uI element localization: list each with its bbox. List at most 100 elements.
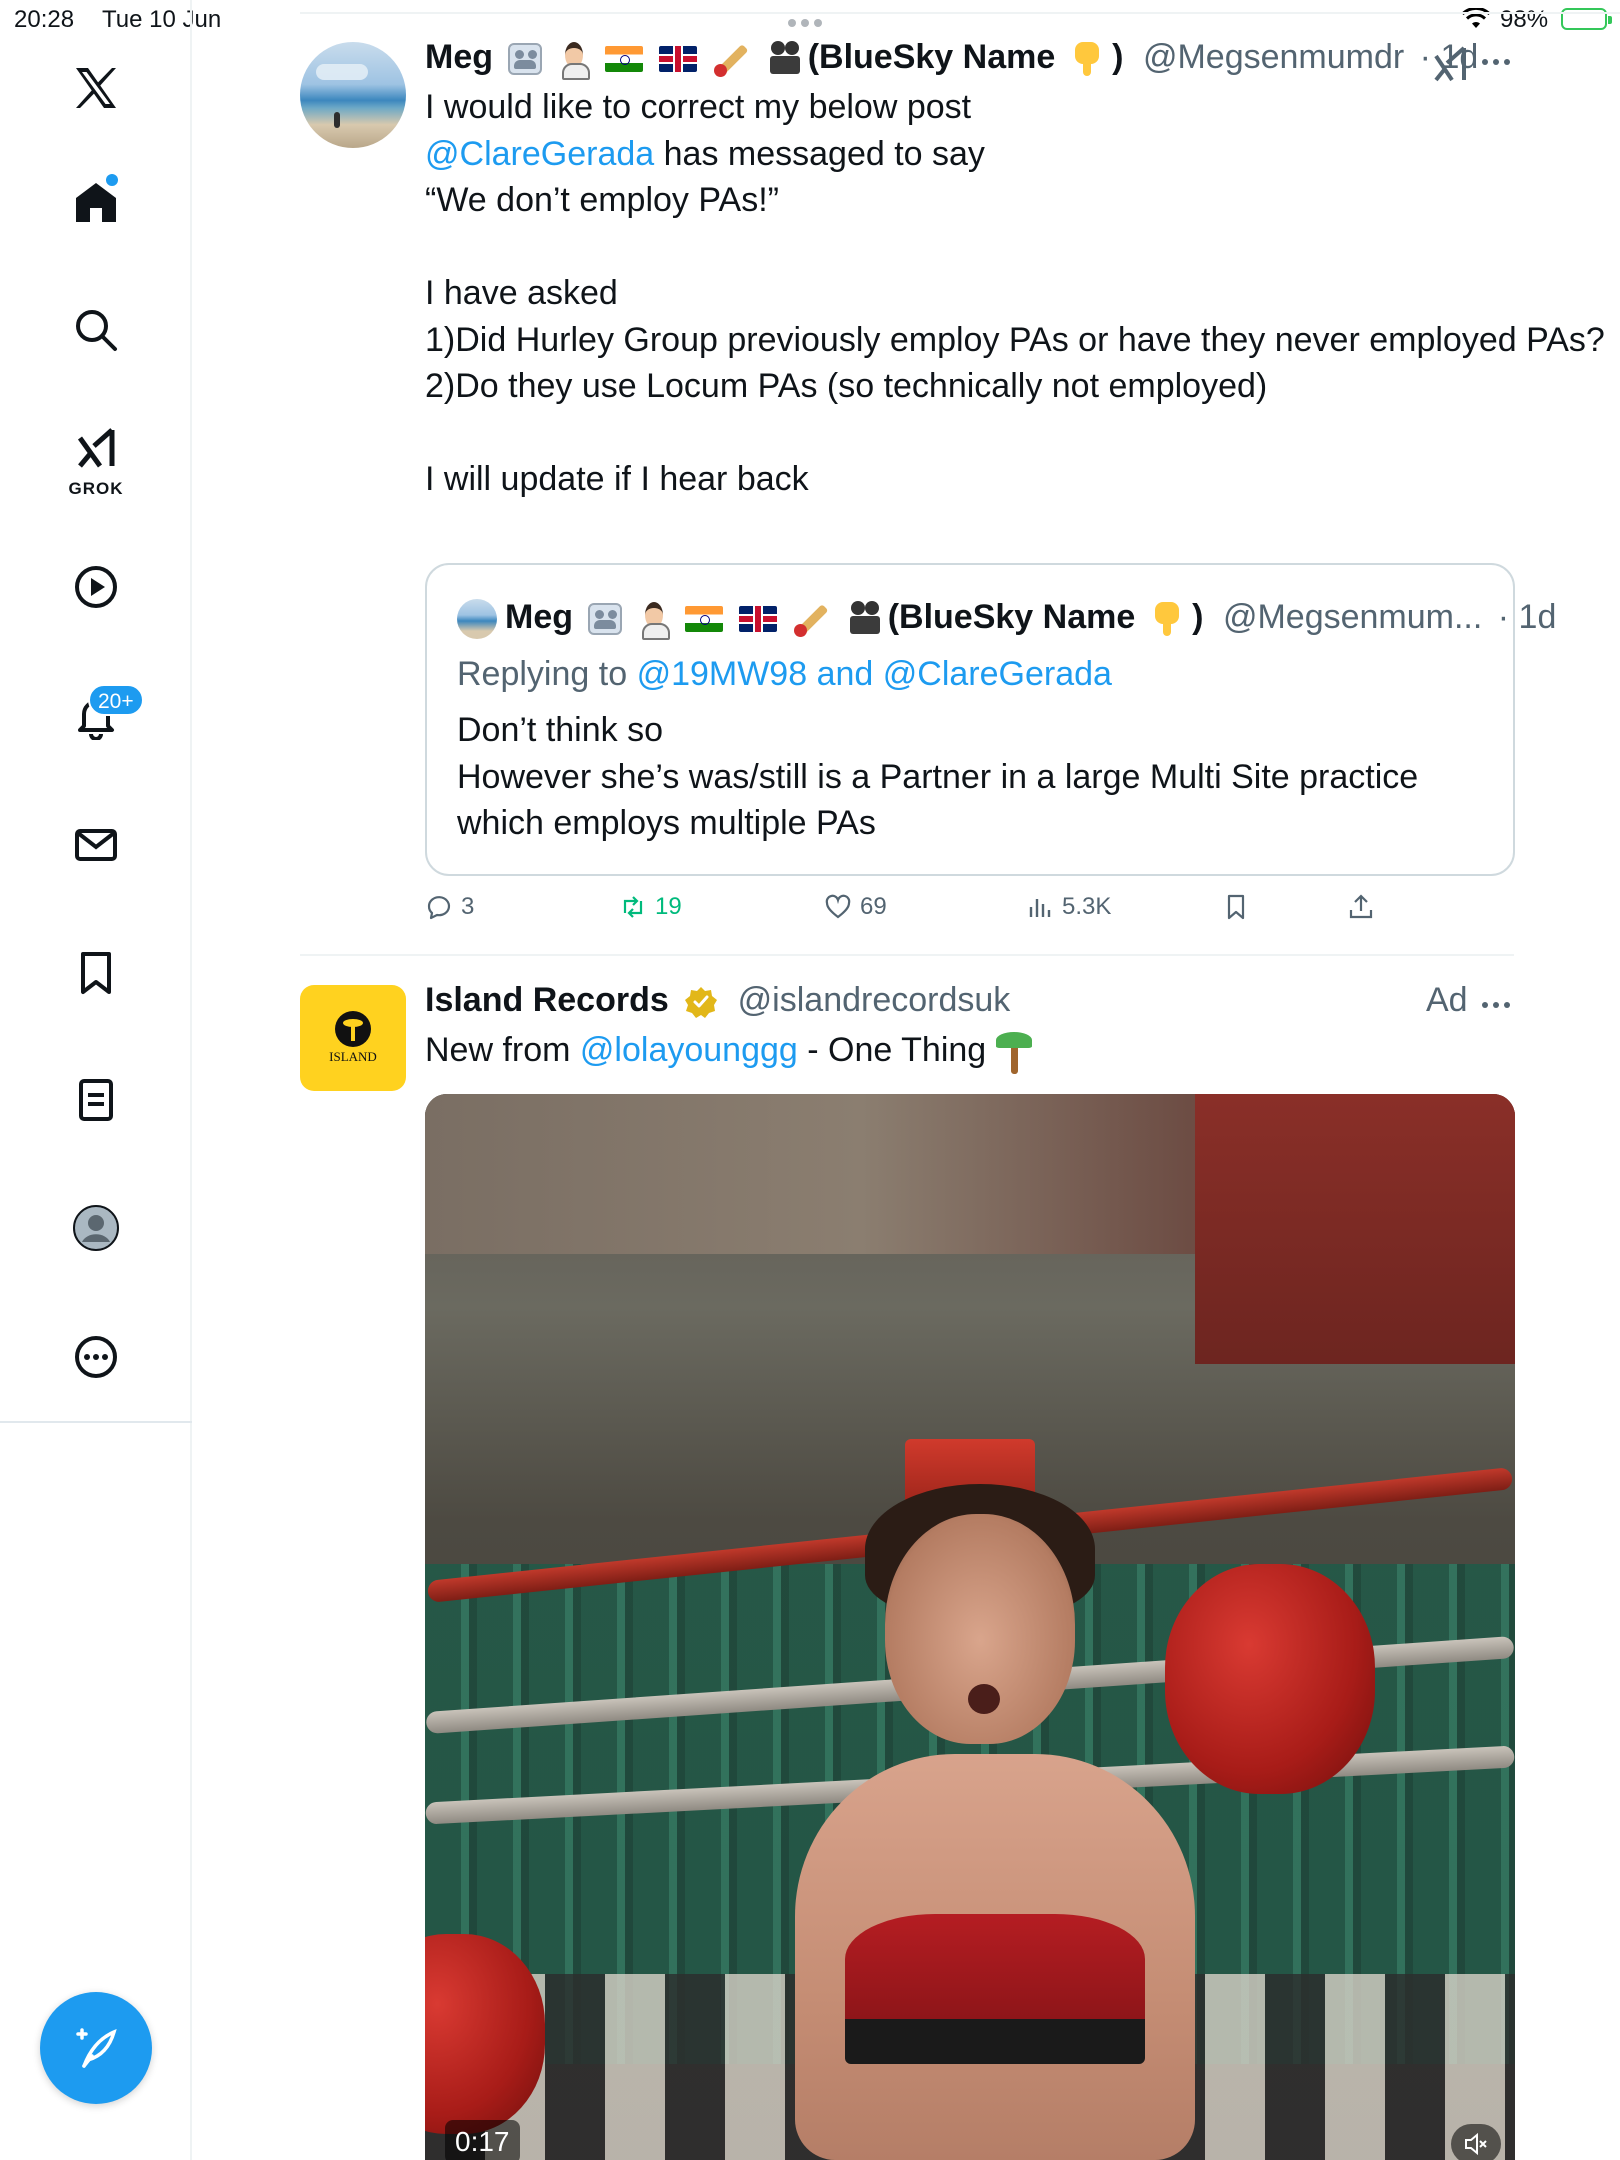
tweet-divider (300, 954, 1514, 956)
india-flag-icon (605, 46, 644, 73)
quoted-line: However she’s was/still is a Partner in … (457, 757, 1419, 843)
bookmark-icon (1227, 894, 1245, 920)
grok-explain-icon[interactable] (1430, 44, 1470, 84)
family-emoji-icon (588, 603, 623, 636)
retweet-button[interactable]: 19 (619, 893, 682, 921)
video-timestamp: 0:17 (445, 2120, 520, 2160)
reply-count: 3 (461, 893, 475, 920)
share-button[interactable] (1347, 893, 1383, 921)
health-worker-emoji-icon (558, 41, 590, 81)
retweet-icon (623, 896, 643, 918)
sidebar: GROK 20+ (0, 0, 192, 2160)
tweet-line: 2)Do they use Locum PAs (so technically … (425, 367, 1268, 405)
tweet-actions: 3 19 69 5.3K (425, 893, 1525, 933)
health-worker-emoji-icon (638, 601, 670, 641)
quoted-tweet-header: Meg (BlueSky Name ) @Megsenmum... · 1d (457, 595, 1557, 641)
verified-badge-icon (685, 987, 718, 1019)
tweet-line: “We don’t employ PAs!” (425, 181, 779, 219)
pointing-down-emoji-icon (1151, 600, 1183, 638)
ad-tweet-body: New from @lolayounggg - One Thing (425, 1027, 1034, 1075)
tweet-line (425, 410, 1620, 457)
quoted-tweet[interactable]: Meg (BlueSky Name ) @Megsenmum... · 1d R… (425, 563, 1556, 876)
ad-label: Ad (1426, 981, 1468, 1019)
replying-to: Replying to @19MW98 and @ClareGerada (457, 652, 1112, 696)
palm-logo-icon (335, 1011, 371, 1047)
speaker-muted-icon (1465, 2132, 1487, 2156)
tweet-line: 1)Did Hurley Group previously employ PAs… (425, 320, 1605, 359)
tweet-line: @ClareGerada has messaged to say (425, 131, 1620, 178)
tweet-header: Meg (BlueSky Name ) @Megsenmumdr · 1d (425, 34, 1478, 81)
profile-avatar-icon[interactable] (56, 1188, 136, 1268)
bookmarks-icon[interactable] (56, 933, 136, 1013)
tweet-more-icon[interactable] (1482, 52, 1522, 72)
replying-prefix: Replying to (457, 655, 628, 693)
grok-label: GROK (68, 479, 124, 498)
like-count: 69 (860, 893, 887, 920)
palm-tree-emoji-icon (994, 1030, 1034, 1075)
x-logo-icon[interactable] (56, 48, 136, 128)
views-chart-icon (1029, 899, 1051, 917)
timeline: Meg (BlueSky Name ) @Megsenmumdr · 1d I … (194, 0, 1620, 2160)
mute-toggle-button[interactable] (1451, 2124, 1501, 2160)
author-name-close: ) (1112, 38, 1124, 76)
movie-camera-emoji-icon (848, 601, 888, 637)
author-handle[interactable]: @Megsenmumdr (1143, 38, 1404, 76)
lists-icon[interactable] (56, 1060, 136, 1140)
island-records-avatar[interactable]: ISLAND (300, 985, 406, 1091)
tweet-line: I have asked (425, 274, 618, 312)
pointing-down-emoji-icon (1071, 40, 1103, 78)
tweet-line: I would like to correct my below post (425, 88, 972, 126)
ad-author-handle[interactable]: @islandrecordsuk (738, 981, 1011, 1019)
movie-camera-emoji-icon (768, 41, 808, 77)
views-button[interactable]: 5.3K (1026, 893, 1111, 921)
ad-tweet-header: Island Records @islandrecordsuk (425, 977, 1010, 1023)
family-emoji-icon (508, 43, 543, 76)
compose-post-button[interactable] (40, 1992, 152, 2104)
reply-icon (427, 896, 451, 920)
sidebar-divider (0, 1421, 192, 1423)
grok-icon[interactable] (56, 408, 136, 488)
tweet-line-text: has messaged to say (663, 134, 985, 173)
quoted-tweet-body: Don’t think so However she’s was/still i… (457, 707, 1477, 847)
home-icon[interactable] (56, 162, 136, 242)
uk-flag-icon (658, 46, 697, 73)
tweet-body: I would like to correct my below post @C… (425, 84, 1620, 503)
ad-author-name[interactable]: Island Records (425, 981, 669, 1019)
more-options-icon[interactable] (56, 1317, 136, 1397)
x-app-screen: 20:28 Tue 10 Jun 98% GROK 20+ Meg (BlueS… (0, 0, 1620, 2160)
quoted-author-suffix: (BlueSky Name (887, 598, 1136, 636)
notification-count-badge: 20+ (88, 684, 144, 716)
author-name[interactable]: Meg (425, 38, 493, 76)
quoted-author-close: ) (1192, 598, 1204, 636)
ad-text-suffix: - One Thing (807, 1031, 987, 1069)
ad-mention-link[interactable]: @lolayounggg (580, 1031, 798, 1069)
view-count: 5.3K (1062, 893, 1112, 920)
mention-link[interactable]: @ClareGerada (425, 135, 654, 173)
heart-icon (825, 894, 851, 919)
avatar-logo-text: ISLAND (329, 1049, 377, 1064)
video-player[interactable]: 0:17 (425, 1094, 1515, 2160)
quoted-handle: @Megsenmum... (1222, 598, 1483, 636)
search-icon[interactable] (56, 290, 136, 370)
video-red-sign (1195, 1094, 1515, 1364)
ad-text-prefix: New from (425, 1031, 571, 1069)
ad-more-icon[interactable] (1482, 995, 1522, 1011)
bookmark-button[interactable] (1222, 893, 1258, 921)
video-play-icon[interactable] (56, 547, 136, 627)
replying-to-mentions[interactable]: @19MW98 and @ClareGerada (637, 655, 1112, 693)
messages-envelope-icon[interactable] (56, 805, 136, 885)
cricket-emoji-icon (792, 600, 832, 638)
tweet-line: I will update if I hear back (425, 460, 809, 498)
video-boxer (755, 1474, 1235, 2160)
like-button[interactable]: 69 (824, 893, 887, 921)
avatar[interactable] (300, 42, 406, 148)
reply-button[interactable]: 3 (425, 893, 474, 921)
quoted-time: · 1d (1497, 598, 1557, 636)
quoted-line: Don’t think so (457, 711, 663, 749)
tweet-line (425, 224, 1620, 271)
compose-feather-icon (76, 2028, 117, 2068)
uk-flag-icon (738, 606, 777, 633)
quoted-avatar (457, 599, 497, 640)
tweet-top-divider (300, 12, 1620, 14)
cricket-emoji-icon (712, 40, 752, 78)
